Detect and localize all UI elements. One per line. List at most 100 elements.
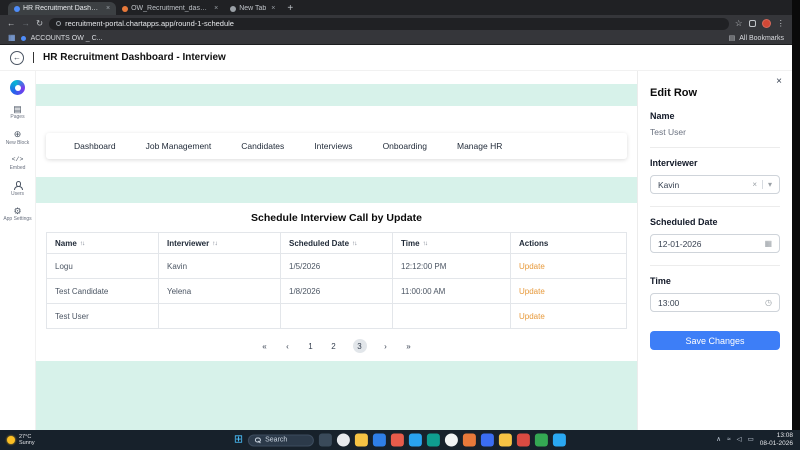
- nav-item-dashboard[interactable]: Dashboard: [74, 141, 116, 151]
- page-next-button[interactable]: ›: [382, 342, 390, 351]
- column-header-scheduled-date[interactable]: Scheduled Date ↑↓: [281, 233, 393, 254]
- page-prev-button[interactable]: ‹: [284, 342, 292, 351]
- clock-icon[interactable]: ◷: [765, 298, 772, 307]
- time-value: 13:00: [658, 297, 680, 308]
- sidebar-item-embed[interactable]: </> Embed: [10, 155, 26, 172]
- taskbar-app-icon[interactable]: [517, 433, 531, 447]
- page-3-button-active[interactable]: 3: [352, 339, 367, 353]
- site-info-icon[interactable]: [56, 21, 62, 26]
- page-last-button[interactable]: »: [405, 342, 413, 351]
- sidebar-item-pages[interactable]: ▤ Pages: [10, 104, 24, 121]
- date-value: 12-01-2026: [658, 238, 702, 249]
- cell-actions: Update: [511, 279, 627, 304]
- time-field-label: Time: [650, 276, 671, 286]
- taskbar-app-icon[interactable]: [355, 433, 369, 447]
- close-panel-icon[interactable]: ×: [776, 76, 782, 87]
- wifi-icon[interactable]: ≈: [727, 436, 731, 444]
- clock-date: 08-01-2026: [759, 440, 793, 447]
- save-changes-button[interactable]: Save Changes: [650, 331, 780, 350]
- update-button[interactable]: Update: [519, 287, 545, 296]
- clear-selection-icon[interactable]: ×: [752, 180, 757, 189]
- update-button[interactable]: Update: [519, 312, 545, 321]
- page-first-button[interactable]: «: [261, 342, 269, 351]
- close-tab-icon[interactable]: ×: [106, 5, 110, 12]
- desktop-edge: [792, 0, 800, 430]
- apps-grid-icon[interactable]: ▦: [8, 34, 16, 42]
- tab-new-tab[interactable]: New Tab ×: [224, 2, 281, 15]
- sidebar-item-app-settings[interactable]: ⚙ App Settings: [3, 206, 31, 223]
- weather-widget[interactable]: 27°C Sunny: [7, 434, 35, 447]
- tab-ow-recruitment[interactable]: OW_Recruitment_dashboard ×: [116, 2, 224, 15]
- sort-icon[interactable]: ↑↓: [80, 240, 85, 247]
- taskbar-app-icon[interactable]: [337, 433, 351, 447]
- sidebar-item-new-block[interactable]: ⊕ New Block: [6, 130, 30, 147]
- app-logo-inner: [14, 84, 21, 91]
- battery-icon[interactable]: ▭: [748, 436, 754, 444]
- bookmark-star-icon[interactable]: ☆: [735, 19, 743, 28]
- taskbar-app-icon[interactable]: [427, 433, 441, 447]
- taskbar-clock[interactable]: 13:08 08-01-2026: [760, 432, 793, 448]
- taskbar-app-icon[interactable]: [463, 433, 477, 447]
- taskbar-search[interactable]: Search: [248, 434, 315, 446]
- browser-back-icon[interactable]: ←: [7, 19, 16, 28]
- volume-icon[interactable]: ◁: [737, 436, 742, 444]
- extensions-icon[interactable]: [748, 20, 756, 27]
- sort-icon[interactable]: ↑↓: [352, 240, 357, 247]
- taskbar-app-icon[interactable]: [445, 433, 459, 447]
- url-field[interactable]: recruitment-portal.chartapps.app/round-1…: [49, 17, 729, 30]
- tray-chevron-icon[interactable]: ∧: [716, 436, 721, 444]
- close-tab-icon[interactable]: ×: [214, 5, 218, 12]
- edit-row-panel: × Edit Row Name Test User Interviewer Ka…: [637, 71, 792, 430]
- page-2-button[interactable]: 2: [330, 342, 338, 351]
- column-header-interviewer[interactable]: Interviewer ↑↓: [159, 233, 281, 254]
- cell-name: Logu: [47, 254, 159, 279]
- interviewer-select[interactable]: Kavin × ▾: [650, 175, 780, 194]
- sort-icon[interactable]: ↑↓: [423, 240, 428, 247]
- taskbar-app-icon[interactable]: [499, 433, 513, 447]
- pages-icon: ▤: [13, 103, 22, 114]
- column-header-name[interactable]: Name ↑↓: [47, 233, 159, 254]
- all-bookmarks[interactable]: ▤ All Bookmarks: [729, 34, 784, 43]
- chevron-down-icon[interactable]: ▾: [768, 180, 772, 189]
- update-button[interactable]: Update: [519, 262, 545, 271]
- nav-item-interviews[interactable]: Interviews: [314, 141, 352, 151]
- new-tab-button[interactable]: +: [287, 3, 293, 14]
- nav-item-job-management[interactable]: Job Management: [146, 141, 212, 151]
- taskbar-app-icon[interactable]: [391, 433, 405, 447]
- tab-hr-dashboard[interactable]: HR Recruitment Dashboard ×: [8, 2, 117, 15]
- interviewer-selected-value: Kavin: [658, 179, 680, 190]
- time-input[interactable]: 13:00 ◷: [650, 293, 780, 312]
- app-back-button[interactable]: ←: [10, 50, 24, 65]
- browser-menu-icon[interactable]: ⋮: [777, 19, 786, 28]
- nav-item-onboarding[interactable]: Onboarding: [383, 141, 427, 151]
- nav-item-candidates[interactable]: Candidates: [241, 141, 284, 151]
- date-field-label: Scheduled Date: [650, 217, 718, 227]
- nav-item-manage-hr[interactable]: Manage HR: [457, 141, 502, 151]
- sidebar-item-users[interactable]: Users: [11, 181, 24, 198]
- taskbar-app-icon[interactable]: [373, 433, 387, 447]
- reload-icon[interactable]: ↻: [36, 19, 43, 28]
- taskbar-app-icon[interactable]: [535, 433, 549, 447]
- app-logo[interactable]: [10, 80, 25, 95]
- column-header-time[interactable]: Time ↑↓: [393, 233, 511, 254]
- taskbar-app-icon[interactable]: [409, 433, 423, 447]
- taskbar-app-icon[interactable]: [553, 433, 567, 447]
- sun-icon: [7, 436, 15, 444]
- system-tray: ∧ ≈ ◁ ▭ 13:08 08-01-2026: [716, 432, 793, 448]
- page-viewport: ← HR Recruitment Dashboard - Interview ▤…: [0, 45, 792, 430]
- taskbar-app-icon[interactable]: [319, 433, 333, 447]
- browser-forward-icon[interactable]: →: [22, 19, 31, 28]
- sidebar-item-label: New Block: [5, 139, 30, 146]
- column-label: Interviewer: [167, 238, 210, 248]
- taskbar-app-icon[interactable]: [481, 433, 495, 447]
- page-1-button[interactable]: 1: [307, 342, 315, 351]
- bookmark-item[interactable]: ACCOUNTS OW _ C...: [31, 35, 103, 42]
- sort-icon[interactable]: ↑↓: [212, 240, 217, 247]
- cell-name: Test Candidate: [47, 279, 159, 304]
- scheduled-date-input[interactable]: 12-01-2026 ▦: [650, 234, 780, 253]
- embed-icon: </>: [11, 155, 24, 163]
- calendar-icon[interactable]: ▦: [764, 239, 772, 248]
- close-tab-icon[interactable]: ×: [271, 5, 275, 12]
- profile-avatar[interactable]: [761, 19, 771, 28]
- start-button[interactable]: ⊞: [234, 434, 243, 446]
